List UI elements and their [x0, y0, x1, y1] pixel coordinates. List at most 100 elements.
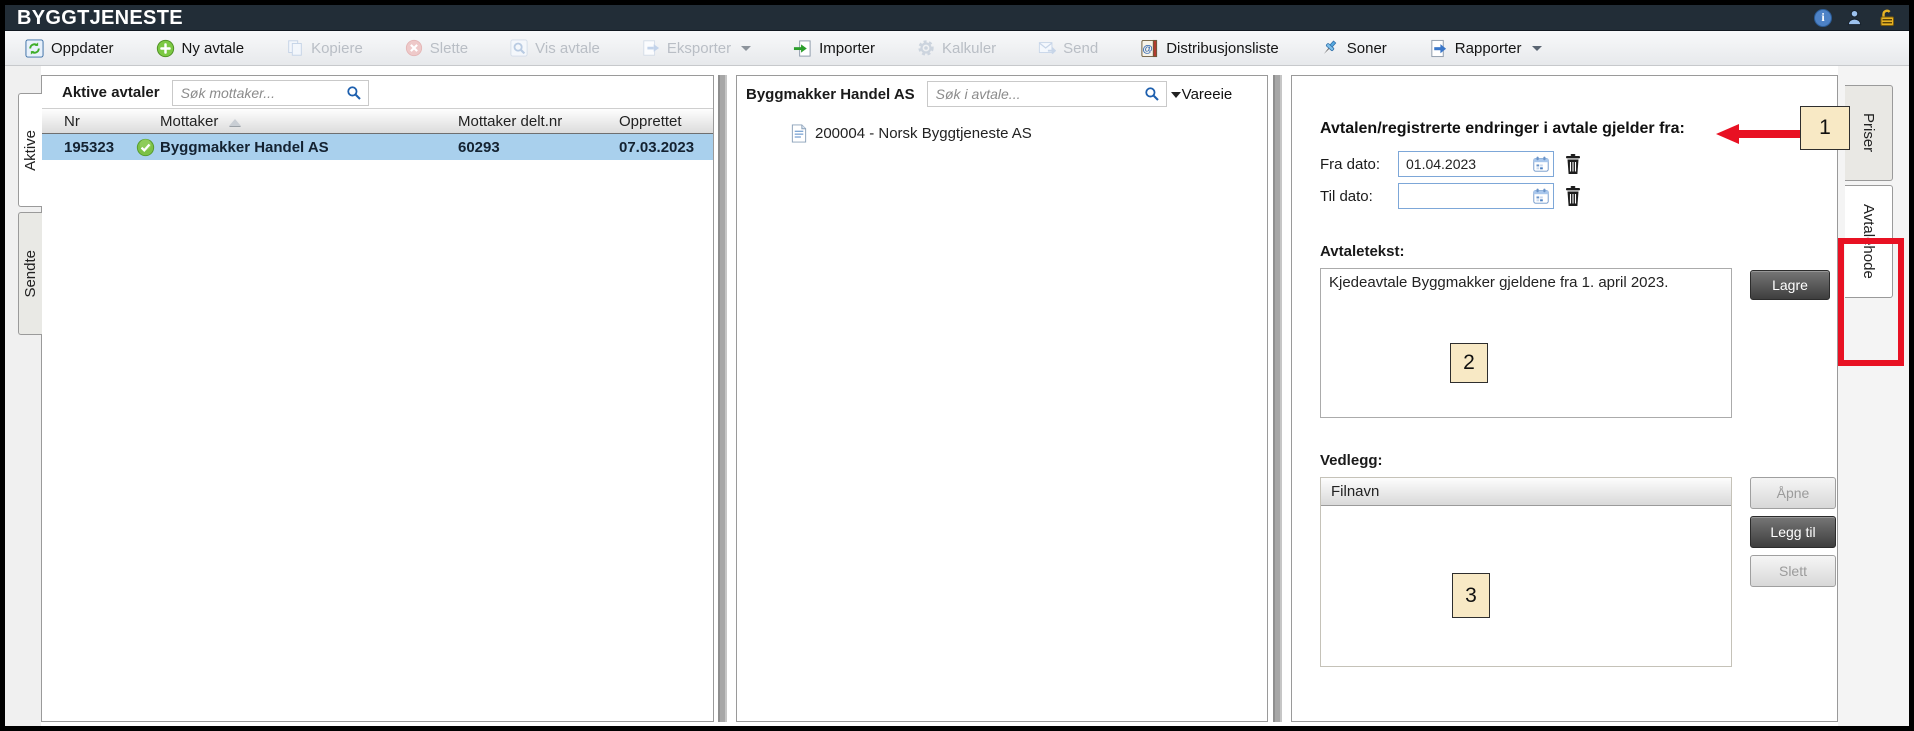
- chevron-down-icon: [1532, 46, 1542, 51]
- left-panel-header: Aktive avtaler: [42, 76, 713, 108]
- tab-label: Aktive: [22, 130, 39, 171]
- info-icon[interactable]: i: [1814, 9, 1832, 27]
- panel-title: Byggmakker Handel AS: [746, 86, 915, 103]
- toolbar-button-slette: Slette: [395, 36, 478, 60]
- search-options-caret-icon[interactable]: [1171, 92, 1181, 98]
- toolbar: Oppdater Ny avtale Kopiere: [5, 31, 1909, 66]
- agreement-tree-panel: Byggmakker Handel AS Vareeie: [736, 75, 1268, 722]
- cell-opprettet: 07.03.2023: [619, 139, 713, 156]
- toolbar-label: Ny avtale: [182, 40, 245, 57]
- app-title: BYGGTJENESTE: [17, 8, 183, 28]
- tab-sendte[interactable]: Sendte: [18, 212, 42, 335]
- toolbar-button-rapporter[interactable]: Rapporter: [1419, 36, 1552, 61]
- search-input[interactable]: [927, 81, 1167, 107]
- user-icon[interactable]: [1845, 8, 1864, 27]
- toolbar-label: Send: [1063, 40, 1098, 57]
- legg-til-button[interactable]: Legg til: [1750, 516, 1836, 548]
- pushpin-icon: [1321, 39, 1340, 58]
- tab-label: Priser: [1860, 113, 1877, 152]
- tab-priser[interactable]: Priser: [1845, 85, 1893, 181]
- titlebar-icons: i: [1814, 8, 1897, 28]
- avtaletekst-textarea[interactable]: Kjedeavtale Byggmakker gjeldene fra 1. a…: [1320, 268, 1732, 418]
- search-icon[interactable]: [346, 85, 362, 106]
- til-dato-picker: [1398, 183, 1554, 209]
- table-row[interactable]: 195323 Byggmakker Handel AS 60293 07.03.…: [42, 134, 713, 160]
- title-bar: BYGGTJENESTE i: [5, 5, 1909, 31]
- clear-til-dato-button[interactable]: [1563, 185, 1583, 207]
- toolbar-button-importer[interactable]: Importer: [783, 36, 885, 61]
- tab-aktive[interactable]: Aktive: [18, 93, 42, 207]
- tab-label: Sendte: [22, 250, 39, 298]
- column-header-mottaker[interactable]: Mottaker: [160, 113, 458, 130]
- panel-splitter[interactable]: [1273, 75, 1282, 722]
- middle-panel-header: Byggmakker Handel AS Vareeie: [737, 76, 1267, 110]
- status-check-icon: [136, 138, 160, 157]
- import-icon: [793, 39, 812, 58]
- slett-button: Slett: [1750, 555, 1836, 587]
- til-dato-row: Til dato:: [1320, 183, 1837, 209]
- toolbar-label: Distribusjonsliste: [1166, 40, 1279, 57]
- fra-dato-picker: [1398, 151, 1554, 177]
- toolbar-label: Oppdater: [51, 40, 114, 57]
- toolbar-label: Kopiere: [311, 40, 363, 57]
- panel-title: Aktive avtaler: [62, 84, 160, 101]
- attachment-buttons: Åpne Legg til Slett: [1750, 477, 1836, 587]
- column-header-label: Mottaker: [160, 113, 218, 130]
- toolbar-button-distribusjonsliste[interactable]: @ Distribusjonsliste: [1130, 36, 1289, 61]
- fra-dato-row: Fra dato:: [1320, 151, 1837, 177]
- til-dato-label: Til dato:: [1320, 188, 1398, 205]
- send-icon: [1038, 39, 1056, 57]
- vareeier-label: Vareeie: [1182, 86, 1233, 103]
- report-icon: [1429, 39, 1448, 58]
- agreement-search: [927, 81, 1167, 107]
- toolbar-button-vis-avtale: Vis avtale: [500, 36, 610, 60]
- search-input[interactable]: [172, 80, 369, 106]
- tree-item-agreement[interactable]: 200004 - Norsk Byggtjeneste AS: [791, 124, 1267, 143]
- search-icon[interactable]: [1144, 86, 1160, 107]
- toolbar-button-send: Send: [1028, 36, 1108, 60]
- til-dato-input[interactable]: [1398, 183, 1554, 209]
- annotation-red-highlight: [1838, 238, 1904, 366]
- gear-icon: [917, 39, 935, 57]
- column-header-opprettet[interactable]: Opprettet: [619, 113, 713, 130]
- main-area: Aktive Sendte Aktive avtaler: [5, 66, 1909, 726]
- column-header-nr[interactable]: Nr: [64, 113, 160, 130]
- view-icon: [510, 39, 528, 57]
- toolbar-label: Rapporter: [1455, 40, 1522, 57]
- toolbar-label: Slette: [430, 40, 468, 57]
- toolbar-button-kopiere: Kopiere: [276, 36, 373, 60]
- tree-item-label: 200004 - Norsk Byggtjeneste AS: [815, 125, 1032, 142]
- fra-dato-input[interactable]: [1398, 151, 1554, 177]
- column-header-delt-nr[interactable]: Mottaker delt.nr: [458, 113, 619, 130]
- attachments-list[interactable]: Filnavn: [1320, 477, 1732, 667]
- svg-text:@: @: [1143, 43, 1153, 54]
- refresh-icon: [25, 39, 44, 58]
- toolbar-button-kalkuler: Kalkuler: [907, 36, 1006, 60]
- export-icon: [642, 39, 660, 57]
- apne-button: Åpne: [1750, 477, 1836, 509]
- lagre-button[interactable]: Lagre: [1750, 270, 1830, 300]
- toolbar-label: Soner: [1347, 40, 1387, 57]
- calendar-icon[interactable]: [1532, 187, 1550, 210]
- cell-nr: 195323: [64, 139, 126, 156]
- annotation-arrow: [1738, 130, 1800, 138]
- toolbar-button-soner[interactable]: Soner: [1311, 36, 1397, 61]
- calendar-icon[interactable]: [1532, 155, 1550, 178]
- panel-splitter[interactable]: [718, 75, 727, 722]
- vedlegg-label: Vedlegg:: [1320, 452, 1837, 469]
- clear-fra-dato-button[interactable]: [1563, 153, 1583, 175]
- sort-ascending-icon: [229, 119, 241, 126]
- chevron-down-icon: [741, 46, 751, 51]
- add-icon: [156, 39, 175, 58]
- toolbar-button-oppdater[interactable]: Oppdater: [15, 36, 124, 61]
- annotation-box-3: 3: [1452, 573, 1490, 618]
- toolbar-label: Vis avtale: [535, 40, 600, 57]
- annotation-box-2: 2: [1450, 343, 1488, 383]
- annotation-arrow-head-icon: [1716, 124, 1739, 144]
- recipient-search: [172, 80, 369, 106]
- toolbar-button-ny-avtale[interactable]: Ny avtale: [146, 36, 255, 61]
- annotation-box-1: 1: [1800, 106, 1850, 150]
- cell-delt-nr: 60293: [458, 139, 619, 156]
- lock-icon[interactable]: [1877, 8, 1897, 28]
- app-window: BYGGTJENESTE i: [0, 0, 1914, 731]
